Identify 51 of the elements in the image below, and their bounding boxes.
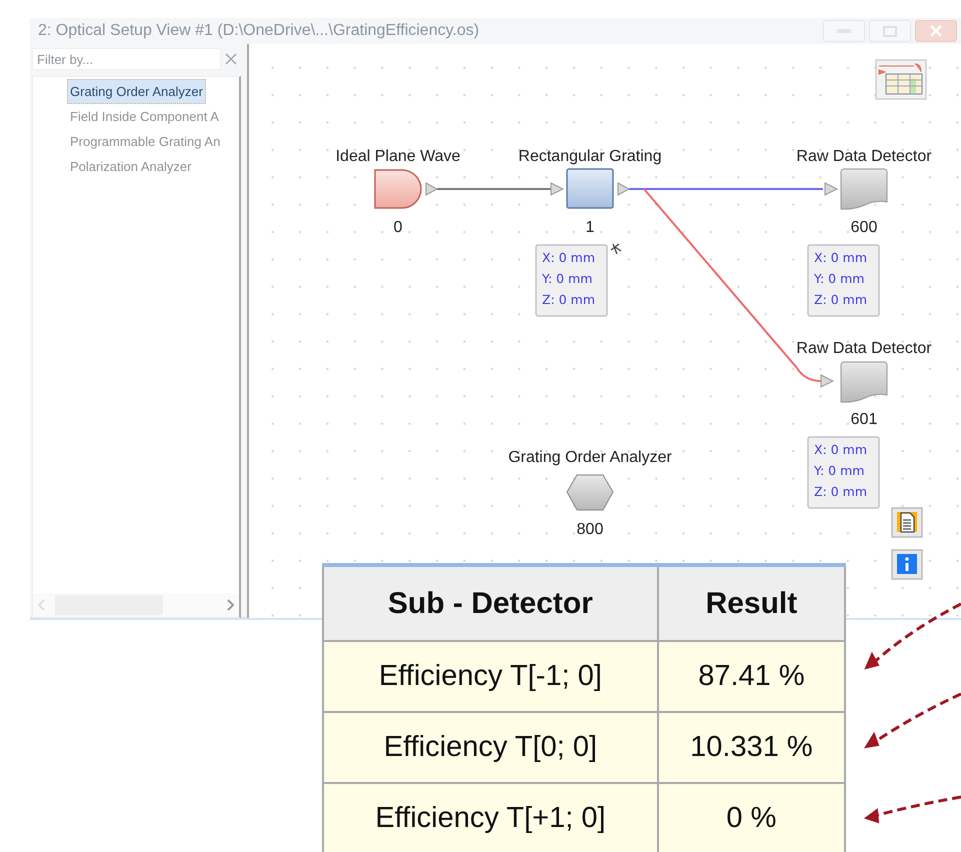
source-node[interactable]	[374, 169, 422, 209]
coordinate-text: X: 0 mm	[542, 250, 596, 265]
component-number: 1	[586, 219, 594, 236]
component-label: Rectangular Grating	[518, 148, 662, 165]
scroll-right-icon	[227, 599, 235, 611]
document-icon[interactable]	[891, 507, 923, 538]
pin-icon	[610, 243, 622, 255]
column-header: Sub - Detector	[323, 565, 658, 641]
table-cell: 0 %	[658, 783, 845, 852]
table-cell: Efficiency T[-1; 0]	[323, 641, 658, 712]
coordinate-text: Y: 0 mm	[542, 271, 592, 286]
analyzer-node[interactable]	[566, 474, 614, 510]
tree-item[interactable]: Field Inside Component A	[67, 104, 222, 129]
grating-node[interactable]	[566, 168, 614, 209]
window-title: 2: Optical Setup View #1 (D:\OneDrive\...\GratingEfficiency.os)	[38, 21, 480, 41]
coordinate-text: X: 0 mm	[814, 250, 868, 265]
table-cell: Efficiency T[0; 0]	[323, 712, 658, 783]
coordinate-text: Z: 0 mm	[814, 292, 868, 307]
component-number: 0	[394, 219, 402, 236]
table-cell: Efficiency T[+1; 0]	[323, 783, 658, 852]
coordinate-text: Y: 0 mm	[814, 463, 864, 478]
column-header: Result	[658, 565, 845, 641]
table-cell: 87.41 %	[658, 641, 845, 712]
component-label: Grating Order Analyzer	[508, 449, 672, 466]
component-label: Raw Data Detector	[796, 148, 932, 165]
coordinate-text: X: 0 mm	[814, 442, 868, 457]
tree-item[interactable]: Programmable Grating An	[67, 129, 224, 154]
component-label: Ideal Plane Wave	[336, 148, 460, 165]
filter-field[interactable]: Filter by...	[32, 48, 221, 70]
close-icon	[929, 25, 943, 37]
detector-node[interactable]	[840, 362, 888, 403]
table-view-icon[interactable]	[875, 59, 927, 100]
component-number: 800	[576, 521, 604, 538]
maximize-icon	[883, 26, 897, 36]
detector-node[interactable]	[840, 168, 888, 210]
tree-item[interactable]: Grating Order Analyzer	[67, 79, 206, 104]
clear-icon	[225, 53, 237, 65]
coordinate-text: Z: 0 mm	[542, 292, 596, 307]
component-number: 601	[850, 411, 878, 428]
close-button[interactable]	[915, 20, 957, 42]
tree-item[interactable]: Polarization Analyzer	[67, 154, 194, 179]
scroll-left-icon	[37, 599, 45, 611]
coordinate-text: Z: 0 mm	[814, 484, 868, 499]
table-cell: 10.331 %	[658, 712, 845, 783]
coordinate-text: Y: 0 mm	[814, 271, 864, 286]
port-icon	[618, 182, 630, 196]
port-icon	[426, 182, 438, 196]
component-label: Raw Data Detector	[796, 340, 932, 357]
horizontal-scrollbar[interactable]	[33, 593, 239, 617]
component-number: 600	[850, 219, 878, 236]
info-icon[interactable]	[891, 549, 923, 580]
